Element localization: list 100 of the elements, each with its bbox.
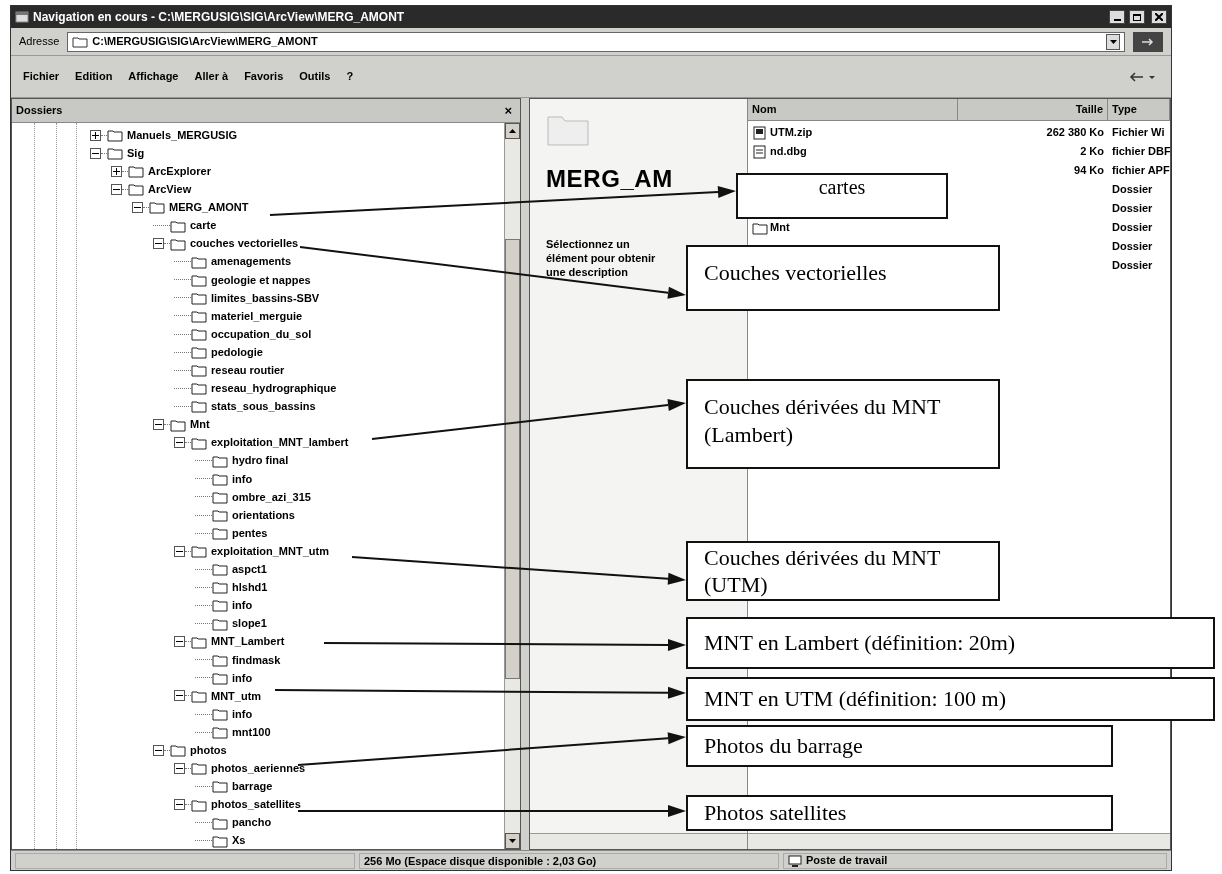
file-icon bbox=[752, 144, 768, 159]
file-name[interactable]: Mnt bbox=[770, 219, 790, 236]
tree-item[interactable]: findmask bbox=[232, 651, 281, 668]
file-name[interactable]: nd.dbg bbox=[770, 143, 807, 160]
expand-icon[interactable] bbox=[111, 165, 122, 177]
collapse-icon[interactable] bbox=[174, 799, 185, 810]
folder-icon bbox=[212, 489, 228, 504]
collapse-icon[interactable] bbox=[153, 419, 164, 431]
computer-icon bbox=[788, 854, 802, 867]
scroll-up-button[interactable] bbox=[505, 123, 520, 139]
column-header[interactable]: Type bbox=[1108, 99, 1170, 120]
collapse-icon[interactable] bbox=[174, 636, 185, 648]
tree-item[interactable]: info bbox=[232, 669, 253, 687]
callout-label: Photos satellites bbox=[686, 795, 1113, 831]
menu-item[interactable]: ? bbox=[346, 68, 354, 85]
horizontal-scrollbar[interactable] bbox=[748, 833, 1170, 849]
tree-item[interactable]: barrage bbox=[232, 778, 273, 795]
tree-item[interactable]: aspct1 bbox=[232, 561, 267, 578]
tree-item[interactable]: MNT_Lambert bbox=[211, 633, 285, 650]
scroll-thumb[interactable] bbox=[505, 239, 520, 679]
tree-item[interactable]: amenagements bbox=[211, 253, 292, 270]
tree-item[interactable]: couches vectorielles bbox=[190, 235, 299, 252]
folder-icon bbox=[128, 164, 144, 179]
tree-item[interactable]: occupation_du_sol bbox=[211, 325, 312, 343]
file-type: Dossier bbox=[1112, 259, 1153, 272]
tree-item[interactable]: MERG_AMONT bbox=[169, 199, 249, 216]
scroll-down-button[interactable] bbox=[505, 833, 520, 849]
folder-icon bbox=[212, 707, 228, 722]
folder-icon bbox=[170, 218, 186, 233]
tree-item[interactable]: pentes bbox=[232, 524, 268, 542]
collapse-icon[interactable] bbox=[132, 201, 143, 213]
tree-item[interactable]: pedologie bbox=[211, 343, 263, 361]
tree-item[interactable]: info bbox=[232, 470, 253, 488]
folder-icon bbox=[191, 363, 207, 378]
tree-item[interactable]: info bbox=[232, 705, 253, 723]
tree-item[interactable]: carte bbox=[190, 217, 217, 234]
tree-item[interactable]: exploitation_MNT_lambert bbox=[211, 434, 349, 451]
tree-item[interactable]: Sig bbox=[127, 144, 145, 162]
tree-item[interactable]: geologie et nappes bbox=[211, 271, 311, 289]
folder-icon bbox=[212, 580, 228, 595]
tree-item[interactable]: mnt100 bbox=[232, 723, 271, 741]
tree-item[interactable]: ArcExplorer bbox=[148, 163, 211, 180]
tree-item[interactable]: info bbox=[232, 597, 253, 614]
tree-item[interactable]: pancho bbox=[232, 814, 272, 831]
tree-item[interactable]: MNT_utm bbox=[211, 687, 262, 705]
collapse-icon[interactable] bbox=[153, 238, 164, 250]
menu-item[interactable]: Fichier bbox=[23, 68, 60, 85]
menu-item[interactable]: Outils bbox=[299, 68, 331, 85]
folder-icon bbox=[191, 544, 207, 559]
tree-item[interactable]: slope1 bbox=[232, 615, 267, 632]
minimize-button[interactable] bbox=[1109, 10, 1125, 24]
collapse-icon[interactable] bbox=[111, 183, 122, 195]
menu-item[interactable]: Favoris bbox=[244, 68, 284, 85]
expand-icon[interactable] bbox=[90, 129, 101, 141]
column-header[interactable]: Nom bbox=[748, 99, 958, 120]
close-button[interactable] bbox=[1151, 10, 1167, 24]
tree-item[interactable]: exploitation_MNT_utm bbox=[211, 542, 329, 560]
collapse-icon[interactable] bbox=[174, 545, 185, 557]
tree-item[interactable]: ombre_azi_315 bbox=[232, 488, 311, 506]
collapse-icon[interactable] bbox=[174, 690, 185, 702]
address-field[interactable]: C:\MERGUSIG\SIG\ArcView\MERG_AMONT bbox=[67, 31, 1125, 52]
vertical-scrollbar[interactable] bbox=[504, 123, 520, 849]
folder-icon bbox=[107, 128, 123, 143]
horizontal-scrollbar[interactable] bbox=[530, 833, 747, 849]
folder-icon bbox=[191, 309, 207, 323]
folder-icon bbox=[212, 471, 228, 486]
folder-icon bbox=[191, 634, 207, 649]
tree-item[interactable]: hlshd1 bbox=[232, 579, 268, 596]
tree-item[interactable]: hydro final bbox=[232, 452, 289, 469]
close-pane-button[interactable]: × bbox=[500, 104, 516, 117]
menu-item[interactable]: Aller à bbox=[194, 68, 229, 85]
tree-item[interactable]: limites_bassins-SBV bbox=[211, 289, 320, 307]
tree-item[interactable]: materiel_merguie bbox=[211, 307, 303, 325]
tree-item[interactable]: Manuels_MERGUSIG bbox=[127, 126, 238, 144]
menu-item[interactable]: Edition bbox=[75, 68, 113, 85]
tree-item[interactable]: photos_satellites bbox=[211, 796, 301, 813]
tree-item[interactable]: stats_sous_bassins bbox=[211, 398, 316, 415]
file-name[interactable]: UTM.zip bbox=[770, 124, 813, 141]
column-header[interactable]: Taille bbox=[958, 99, 1108, 120]
maximize-button[interactable] bbox=[1129, 10, 1145, 24]
collapse-icon[interactable] bbox=[174, 437, 185, 449]
collapse-icon[interactable] bbox=[153, 744, 164, 756]
tree-item[interactable]: Xs bbox=[232, 832, 246, 849]
collapse-icon[interactable] bbox=[90, 147, 101, 159]
collapse-icon[interactable] bbox=[174, 762, 185, 774]
tree-item[interactable]: reseau_hydrographique bbox=[211, 380, 337, 397]
close-icon bbox=[1155, 13, 1163, 21]
tree-item[interactable]: Mnt bbox=[190, 416, 210, 433]
file-type: Dossier bbox=[1112, 183, 1153, 196]
folder-icon bbox=[212, 562, 228, 577]
go-button[interactable] bbox=[1133, 31, 1163, 52]
tree-item[interactable]: reseau routier bbox=[211, 362, 285, 379]
menu-item[interactable]: Affichage bbox=[128, 68, 179, 85]
callout-label: Couches vectorielles bbox=[686, 245, 1000, 311]
tree-item[interactable]: ArcView bbox=[148, 181, 192, 198]
callout-label: Couches dérivées du MNT (UTM) bbox=[686, 541, 1000, 601]
tree-item[interactable]: photos_aeriennes bbox=[211, 760, 306, 777]
tree-item[interactable]: photos bbox=[190, 742, 227, 759]
tree-item[interactable]: orientations bbox=[232, 506, 295, 524]
callout-label: Couches dérivées du MNT (Lambert) bbox=[686, 379, 1000, 469]
